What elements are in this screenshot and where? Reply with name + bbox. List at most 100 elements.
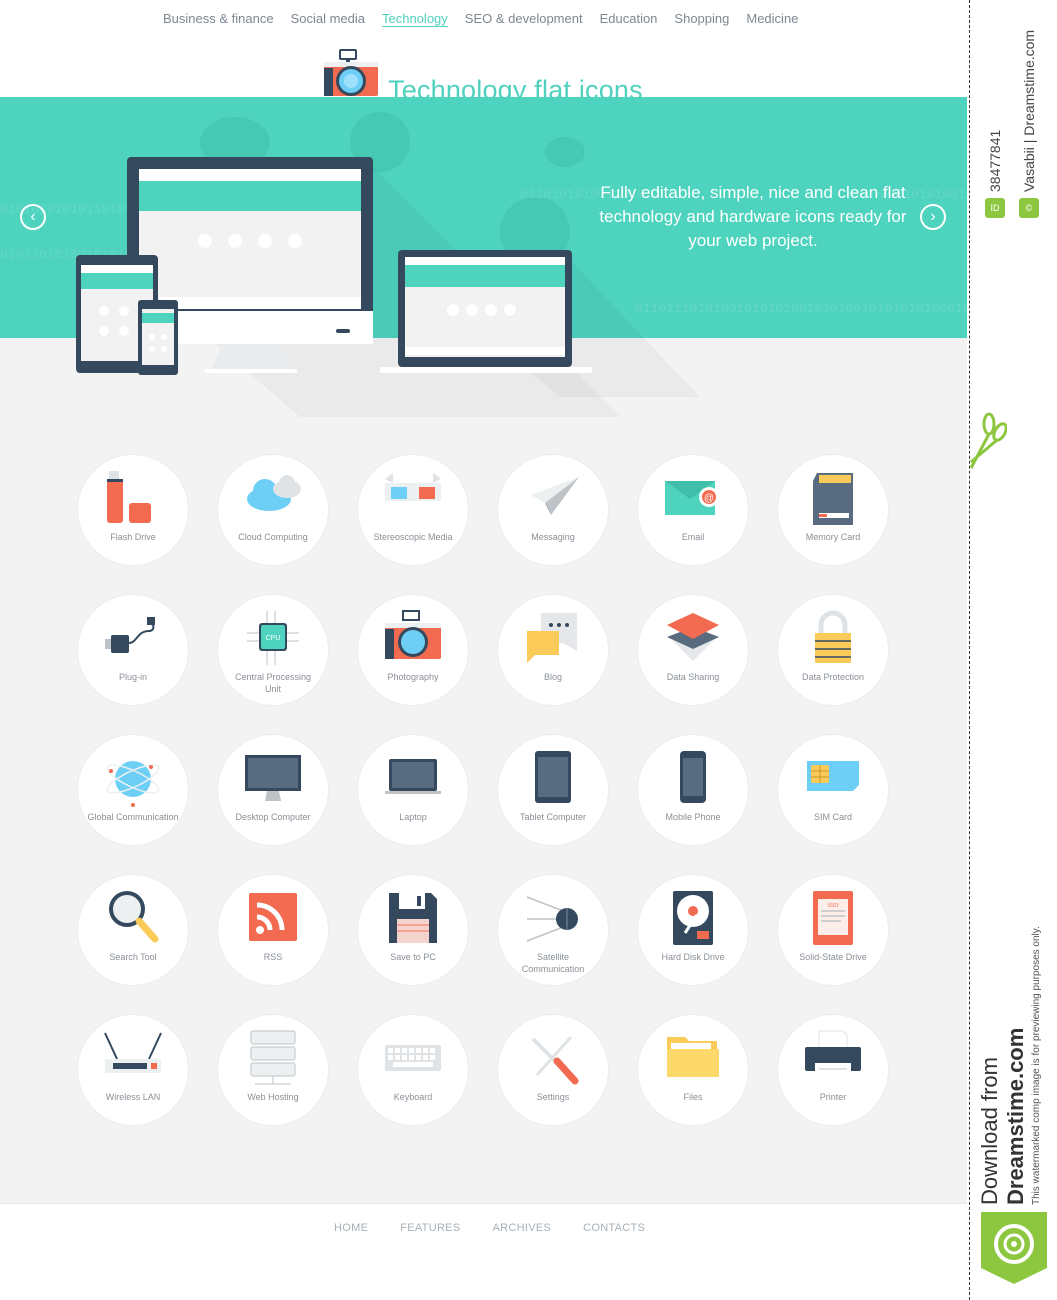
footer-nav: HOME FEATURES ARCHIVES CONTACTS (334, 1222, 645, 1234)
hero-next-button[interactable]: › (920, 204, 946, 230)
icon-tile-photography[interactable]: Photography (358, 595, 468, 705)
camera-icon (324, 49, 378, 96)
satellite-icon (526, 896, 578, 942)
icon-tile-email[interactable]: @ Email (638, 455, 748, 565)
icon-label: Flash Drive (110, 532, 156, 542)
icon-tile-cloud-computing[interactable]: Cloud Computing (218, 455, 328, 565)
camera-icon (385, 610, 441, 659)
icon-tile-stereoscopic-media[interactable]: Stereoscopic Media (358, 455, 468, 565)
nav-item-seo-development[interactable]: SEO & development (465, 11, 583, 27)
icon-label: Messaging (531, 532, 575, 542)
copyright-badge: © (1019, 198, 1039, 218)
icon-tile-keyboard[interactable]: Keyboard (358, 1015, 468, 1125)
icon-tile-solid-state-drive[interactable]: SSD Solid-State Drive (778, 875, 888, 985)
svg-text:CPU: CPU (266, 635, 281, 642)
background-cloud (200, 117, 270, 167)
background-cloud (545, 137, 585, 167)
icon-label: Desktop Computer (235, 812, 311, 822)
footer: HOME FEATURES ARCHIVES CONTACTS (0, 1203, 967, 1300)
download-line-1: Download from (977, 1057, 1002, 1205)
binary-pattern: 0110111010100101010100101010010101010100… (635, 301, 967, 316)
icon-label: Solid-State Drive (799, 952, 867, 962)
printer-icon (805, 1030, 861, 1081)
icon-label: Files (683, 1092, 703, 1102)
sim-card-icon (807, 761, 859, 791)
icon-label: Settings (536, 1092, 570, 1102)
icon-tile-messaging[interactable]: Messaging (498, 455, 608, 565)
icon-tile-save-to-pc[interactable]: Save to PC (358, 875, 468, 985)
nav-item-shopping[interactable]: Shopping (674, 11, 729, 27)
nav-item-medicine[interactable]: Medicine (746, 11, 798, 27)
icon-tile-rss[interactable]: RSS (218, 875, 328, 985)
icon-label: Hard Disk Drive (661, 952, 725, 962)
phone-icon (680, 751, 706, 803)
icon-tile-plug-in[interactable]: Plug-in (78, 595, 188, 705)
footer-link-features[interactable]: FEATURES (400, 1222, 460, 1234)
tablet-icon (535, 751, 571, 803)
hero-prev-button[interactable]: ‹ (20, 204, 46, 230)
chevron-left-icon: ‹ (30, 208, 36, 225)
icon-label: Satellite Communication (521, 952, 585, 974)
chevron-right-icon: › (930, 208, 936, 225)
icon-label: Central Processing Unit (234, 672, 312, 694)
icon-label: Email (681, 532, 705, 542)
icon-label: Blog (543, 672, 562, 682)
icon-tile-sim-card[interactable]: SIM Card (778, 735, 888, 845)
icon-tile-flash-drive[interactable]: Flash Drive (78, 455, 188, 565)
icon-tile-satellite-communication[interactable]: Satellite Communication (498, 875, 608, 985)
footer-link-archives[interactable]: ARCHIVES (492, 1222, 551, 1234)
3d-glasses-icon (385, 473, 441, 501)
hero-text: Fully editable, simple, nice and clean f… (599, 183, 907, 250)
background-cloud (350, 112, 410, 172)
icon-label: Mobile Phone (665, 812, 721, 822)
icon-tile-desktop-computer[interactable]: Desktop Computer (218, 735, 328, 845)
icon-tile-mobile-phone[interactable]: Mobile Phone (638, 735, 748, 845)
icon-label: Cloud Computing (238, 532, 308, 542)
icon-tile-printer[interactable]: Printer (778, 1015, 888, 1125)
icon-tile-files[interactable]: Files (638, 1015, 748, 1125)
icon-tile-blog[interactable]: Blog (498, 595, 608, 705)
flash-drive-icon (107, 471, 151, 523)
page: Business & finance Social media Technolo… (0, 0, 967, 1300)
layers-icon (667, 613, 719, 661)
image-id: 38477841 (987, 129, 1003, 192)
icon-tile-data-sharing[interactable]: Data Sharing (638, 595, 748, 705)
rss-icon (249, 893, 297, 941)
nav-item-social-media[interactable]: Social media (291, 11, 365, 27)
icon-label: Data Sharing (666, 672, 720, 682)
icon-tile-laptop[interactable]: Laptop (358, 735, 468, 845)
background-cloud (500, 197, 570, 267)
icon-label: Search Tool (109, 952, 157, 962)
icon-label: Memory Card (805, 532, 861, 542)
icon-tile-central-processing-unit[interactable]: CPU Central Processing Unit (218, 595, 328, 705)
floppy-disk-icon (389, 893, 437, 943)
icon-tile-data-protection[interactable]: Data Protection (778, 595, 888, 705)
watermark-strip: ID 38477841 © Vasabii | Dreamstime.com D… (967, 0, 1057, 1300)
monitor-icon (245, 755, 301, 801)
binary-pattern: 0101010101011010 (0, 202, 125, 217)
envelope-icon: @ (665, 481, 719, 515)
download-line-2: Dreamstime.com (1003, 1027, 1028, 1205)
cut-line (969, 0, 970, 1300)
footer-link-contacts[interactable]: CONTACTS (583, 1222, 645, 1234)
icon-tile-tablet-computer[interactable]: Tablet Computer (498, 735, 608, 845)
sd-card-icon (813, 473, 853, 525)
category-nav: Business & finance Social media Technolo… (163, 11, 798, 27)
icon-tile-global-communication[interactable]: Global Communication (78, 735, 188, 845)
icon-tile-hard-disk-drive[interactable]: Hard Disk Drive (638, 875, 748, 985)
hero-banner: 0110101010011010 0101010101011010 010110… (0, 97, 967, 338)
icon-tile-settings[interactable]: Settings (498, 1015, 608, 1125)
icon-tile-memory-card[interactable]: Memory Card (778, 455, 888, 565)
nav-item-business-finance[interactable]: Business & finance (163, 11, 274, 27)
icon-label: Laptop (399, 812, 427, 822)
nav-item-technology[interactable]: Technology (382, 11, 448, 27)
icon-tile-wireless-lan[interactable]: Wireless LAN (78, 1015, 188, 1125)
credit-text: Vasabii | Dreamstime.com (1021, 29, 1037, 192)
icon-tile-web-hosting[interactable]: Web Hosting (218, 1015, 328, 1125)
icon-tile-search-tool[interactable]: Search Tool (78, 875, 188, 985)
footer-link-home[interactable]: HOME (334, 1222, 368, 1234)
nav-item-education[interactable]: Education (600, 11, 658, 27)
id-badge: ID (985, 198, 1005, 218)
icon-label: Printer (819, 1092, 847, 1102)
cloud-icon (247, 475, 301, 511)
